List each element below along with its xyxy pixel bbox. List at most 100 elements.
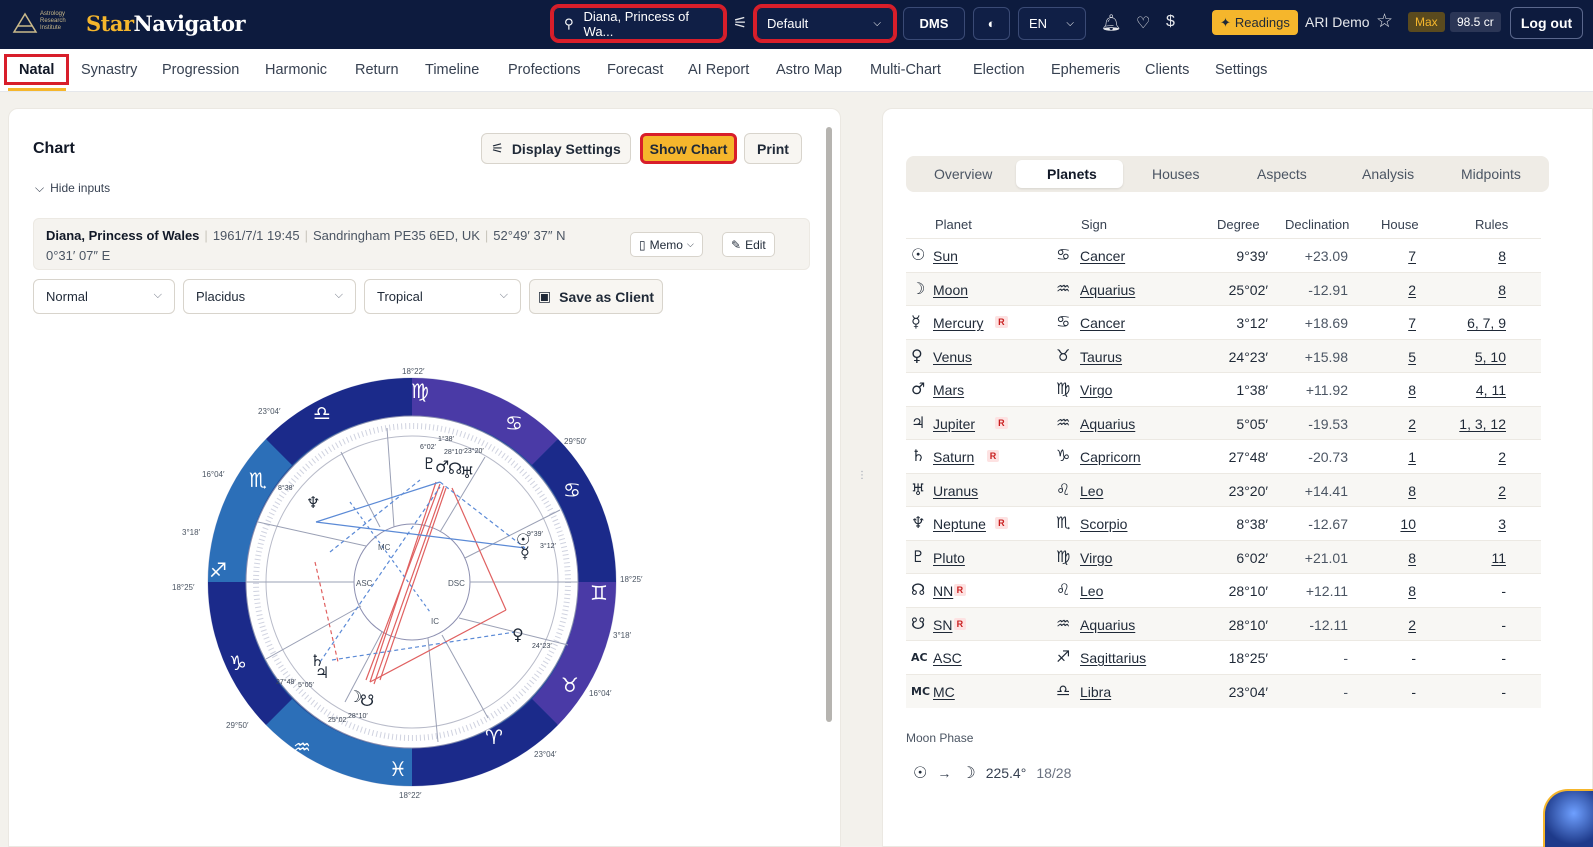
planet-name-link[interactable]: Jupiter (933, 416, 975, 432)
language-select[interactable]: EN ⌵ (1018, 7, 1086, 40)
rules-value[interactable]: 5, 10 (1436, 349, 1506, 365)
table-row[interactable]: ♂ Mars ♍ Virgo 1°38′ +11.92 8 4, 11 (906, 372, 1541, 406)
tab-astro-map[interactable]: Astro Map (776, 62, 842, 78)
tab-forecast[interactable]: Forecast (607, 62, 663, 78)
table-row[interactable]: ☋ SN R ♒ Aquarius 28°10′ -12.11 2- (906, 606, 1541, 641)
rules-value[interactable]: 2 (1436, 483, 1506, 499)
house-value[interactable]: 8 (1366, 483, 1416, 499)
planet-name-link[interactable]: Uranus (933, 483, 978, 499)
sign-name-link[interactable]: Capricorn (1080, 449, 1141, 465)
preset-select[interactable]: Default ⌵ (753, 4, 897, 43)
house-value[interactable]: 10 (1366, 516, 1416, 532)
chart-type-select[interactable]: Normal ⌵ (33, 279, 175, 314)
dms-button[interactable]: DMS (903, 7, 965, 40)
sign-name-link[interactable]: Sagittarius (1080, 650, 1146, 666)
zodiac-select[interactable]: Tropical ⌵ (364, 279, 521, 314)
user-name[interactable]: ARI Demo (1305, 14, 1370, 30)
print-button[interactable]: Print (744, 133, 802, 164)
app-logo[interactable]: StarNavigator (86, 11, 246, 36)
display-settings-button[interactable]: ⚟ Display Settings (481, 133, 631, 164)
rules-value[interactable]: 8 (1436, 282, 1506, 298)
house-value[interactable]: 2 (1366, 416, 1416, 432)
planet-name-link[interactable]: MC (933, 684, 955, 700)
panel-resize-handle[interactable]: ⋮ (857, 470, 867, 481)
tab-timeline[interactable]: Timeline (425, 62, 479, 78)
sign-name-link[interactable]: Taurus (1080, 349, 1122, 365)
planet-name-link[interactable]: ASC (933, 650, 962, 666)
table-row[interactable]: ♃ Jupiter R ♒ Aquarius 5°05′ -19.53 2 1, 3, 12 (906, 405, 1541, 440)
tab-synastry[interactable]: Synastry (81, 62, 137, 78)
house-system-select[interactable]: Placidus ⌵ (183, 279, 356, 314)
star-icon[interactable]: ☆ (1376, 10, 1393, 33)
sign-name-link[interactable]: Cancer (1080, 248, 1125, 264)
natal-chart-wheel[interactable]: ♍ ♋ ♋ ♊ ♉ ♈ ♓ ♒ ♑ ♐ ♏ ♎ 18°22′ 23°04′ 29°50′ 16°… (170, 362, 650, 802)
sign-name-link[interactable]: Libra (1080, 684, 1111, 700)
palette-button[interactable]: ◐ (973, 7, 1010, 40)
heart-icon[interactable]: ♡ (1136, 13, 1150, 33)
sign-name-link[interactable]: Scorpio (1080, 516, 1127, 532)
planet-name-link[interactable]: Venus (933, 349, 972, 365)
sign-name-link[interactable]: Virgo (1080, 550, 1112, 566)
planet-name-link[interactable]: Sun (933, 248, 958, 264)
house-value[interactable]: 2 (1366, 282, 1416, 298)
memo-button[interactable]: ▯ Memo ⌵ (630, 232, 703, 257)
rules-value[interactable]: 2 (1436, 449, 1506, 465)
tab-analysis[interactable]: Analysis (1362, 166, 1414, 182)
planet-name-link[interactable]: Saturn (933, 449, 974, 465)
sign-name-link[interactable]: Cancer (1080, 315, 1125, 331)
house-value[interactable]: 1 (1366, 449, 1416, 465)
table-row[interactable]: ☿ Mercury R ♋ Cancer 3°12′ +18.69 7 6, 7, 9 (906, 305, 1541, 339)
sign-name-link[interactable]: Aquarius (1080, 416, 1135, 432)
planet-name-link[interactable]: Neptune (933, 516, 986, 532)
planet-name-link[interactable]: Mercury (933, 315, 984, 331)
table-row[interactable]: AC ASC ♐ Sagittarius 18°25′ - - - (906, 640, 1541, 674)
house-value[interactable]: 5 (1366, 349, 1416, 365)
sign-name-link[interactable]: Leo (1080, 483, 1103, 499)
tab-return[interactable]: Return (355, 62, 399, 78)
house-value[interactable]: 8 (1366, 550, 1416, 566)
readings-button[interactable]: ✦ Readings (1212, 10, 1298, 35)
sign-name-link[interactable]: Aquarius (1080, 282, 1135, 298)
tab-profections[interactable]: Profections (508, 62, 581, 78)
rules-value[interactable]: 4, 11 (1436, 382, 1506, 398)
chart-panel-scrollbar[interactable] (826, 127, 832, 722)
table-row[interactable]: ♀ Venus ♉ Taurus 24°23′ +15.98 5 5, 10 (906, 338, 1541, 373)
save-as-client-button[interactable]: ▣ Save as Client (529, 279, 663, 314)
table-row[interactable]: ☊ NN R ♌ Leo 28°10′ +12.11 8- (906, 573, 1541, 607)
tab-aspects[interactable]: Aspects (1257, 166, 1307, 182)
planet-name-link[interactable]: Pluto (933, 550, 965, 566)
rules-value[interactable]: 8 (1436, 248, 1506, 264)
table-row[interactable]: ♆ Neptune R ♏ Scorpio 8°38′ -12.67 10 3 (906, 506, 1541, 540)
house-value[interactable]: 7 (1366, 248, 1416, 264)
bell-icon[interactable]: 🔔︎ (1101, 13, 1121, 33)
profile-select[interactable]: ⚲ Diana, Princess of Wa... (550, 4, 727, 43)
sign-name-link[interactable]: Leo (1080, 583, 1103, 599)
tab-progression[interactable]: Progression (162, 62, 239, 78)
house-value[interactable]: 8 (1366, 583, 1416, 599)
rules-value[interactable]: 3 (1436, 516, 1506, 532)
rules-value[interactable]: 6, 7, 9 (1436, 315, 1506, 331)
planet-name-link[interactable]: Moon (933, 282, 968, 298)
sign-name-link[interactable]: Virgo (1080, 382, 1112, 398)
tab-clients[interactable]: Clients (1145, 62, 1189, 78)
house-value[interactable]: 8 (1366, 382, 1416, 398)
table-row[interactable]: ☽ Moon ♒ Aquarius 25°02′ -12.91 2 8 (906, 271, 1541, 306)
table-row[interactable]: ☉ Sun ♋ Cancer 9°39′ +23.09 7 8 (906, 238, 1541, 272)
tab-planets[interactable]: Planets (1047, 166, 1097, 182)
table-row[interactable]: ♇ Pluto ♍ Virgo 6°02′ +21.01 8 11 (906, 539, 1541, 574)
tab-overview[interactable]: Overview (934, 166, 992, 182)
house-value[interactable]: 2 (1366, 617, 1416, 633)
tab-ephemeris[interactable]: Ephemeris (1051, 62, 1120, 78)
tab-harmonic[interactable]: Harmonic (265, 62, 327, 78)
tab-settings[interactable]: Settings (1215, 62, 1267, 78)
table-row[interactable]: MC MC ♎ Libra 23°04′ - - - (906, 673, 1541, 708)
logout-button[interactable]: Log out (1510, 7, 1583, 39)
tab-midpoints[interactable]: Midpoints (1461, 166, 1521, 182)
assistant-avatar[interactable] (1543, 789, 1593, 847)
rules-value[interactable]: 1, 3, 12 (1436, 416, 1506, 432)
table-row[interactable]: ♄ Saturn R ♑ Capricorn 27°48′ -20.73 1 2 (906, 439, 1541, 473)
house-value[interactable]: 7 (1366, 315, 1416, 331)
tab-houses[interactable]: Houses (1152, 166, 1199, 182)
dollar-icon[interactable]: $ (1166, 13, 1175, 31)
rules-value[interactable]: 11 (1436, 550, 1506, 566)
